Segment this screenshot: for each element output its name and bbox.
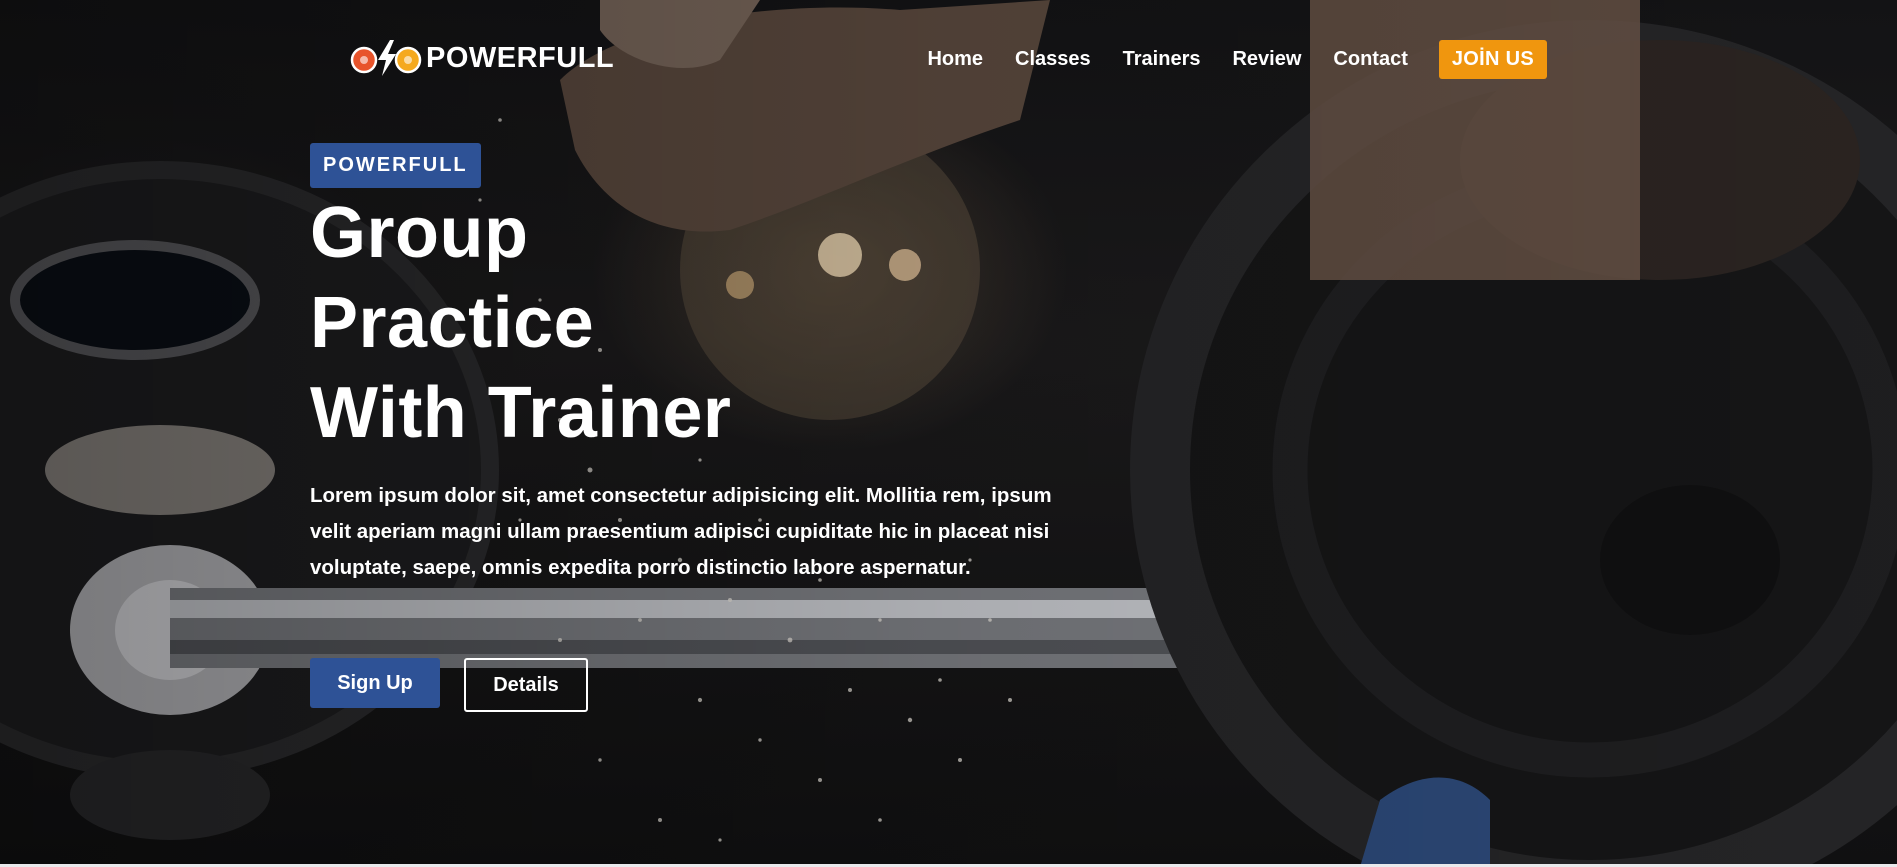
brand-name: POWERFULL	[426, 41, 615, 74]
hero-badge: POWERFULL	[310, 143, 481, 188]
hero-actions: Sign Up Details	[310, 658, 588, 712]
sign-up-button[interactable]: Sign Up	[310, 658, 440, 708]
dumbbell-bolt-icon	[350, 40, 422, 76]
brand-logo[interactable]: POWERFULL	[350, 38, 614, 78]
headline-line-3: With Trainer	[310, 373, 732, 453]
nav-item-contact[interactable]: Contact	[1333, 48, 1407, 71]
nav-item-review[interactable]: Review	[1232, 48, 1301, 71]
nav-item-trainers[interactable]: Trainers	[1123, 48, 1201, 71]
hero-content: POWERFULL Group Practice With Trainer Lo…	[310, 143, 1070, 586]
hero-description: Lorem ipsum dolor sit, amet consectetur …	[310, 484, 1052, 579]
headline-line-2: Practice	[310, 283, 595, 363]
hero-headline: Group Practice With Trainer	[310, 188, 1070, 458]
details-button[interactable]: Details	[464, 658, 588, 712]
nav-item-home[interactable]: Home	[927, 48, 983, 71]
headline-line-1: Group	[310, 193, 529, 273]
hero-section: POWERFULL Home Classes Trainers Review C…	[0, 0, 1897, 867]
join-us-button[interactable]: JOİN US	[1438, 40, 1547, 79]
nav-item-classes[interactable]: Classes	[1015, 48, 1091, 71]
main-nav: Home Classes Trainers Review Contact JOİ…	[927, 40, 1547, 79]
